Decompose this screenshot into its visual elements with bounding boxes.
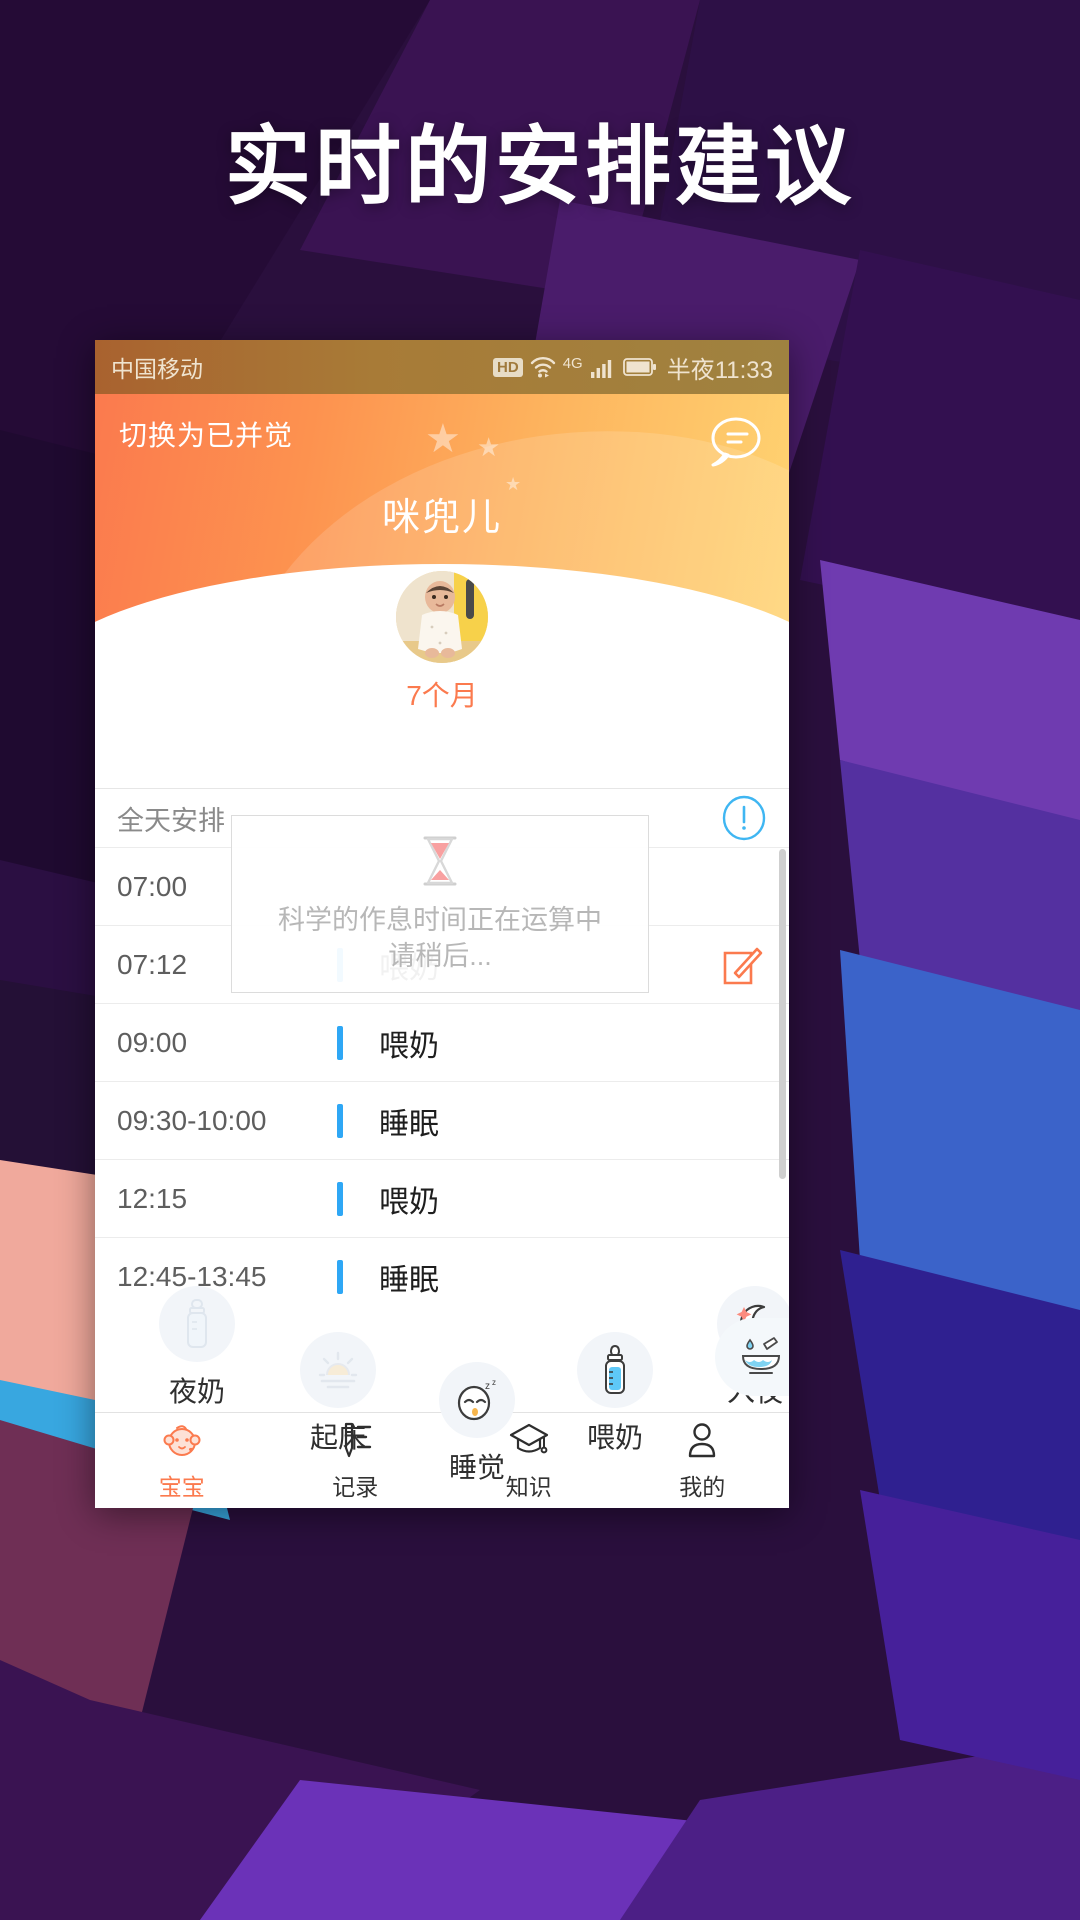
- row-time: 09:00: [117, 1026, 188, 1058]
- status-time: 半夜11:33: [666, 356, 773, 384]
- svg-text:z: z: [492, 1378, 496, 1387]
- baby-face-icon: [95, 1420, 269, 1462]
- quick-action-label: 起床: [309, 1422, 366, 1453]
- food-bowl-icon: [741, 1337, 781, 1374]
- tab-baby[interactable]: 宝宝: [95, 1420, 269, 1502]
- row-label: 喂奶: [379, 1029, 439, 1063]
- loading-overlay: 科学的作息时间正在运算中 请稍后...: [231, 815, 649, 993]
- signal-icon: [590, 360, 611, 378]
- quick-action-night-feed[interactable]: 夜奶: [137, 1286, 257, 1410]
- phone-mockup: 中国移动 HD 4G 半夜11:33 ★ ★ ★ 切换为已并觉 咪兜儿 7个月 …: [95, 340, 789, 1508]
- row-label: 睡眠: [379, 1263, 439, 1297]
- status-bar: 中国移动 HD 4G 半夜11:33: [95, 340, 789, 394]
- tab-label: 记录: [332, 1473, 379, 1500]
- exclamation-circle-icon[interactable]: [721, 795, 767, 841]
- quick-action-label: 喂奶: [586, 1422, 643, 1453]
- table-row[interactable]: 09:00 喂奶: [95, 1003, 789, 1081]
- switch-mode-button[interactable]: 切换为已并觉: [119, 414, 293, 454]
- row-marker: [337, 1025, 343, 1060]
- row-marker: [337, 1103, 343, 1138]
- row-label: 喂奶: [379, 1185, 439, 1219]
- svg-text:z: z: [485, 1381, 490, 1392]
- overlay-line-2: 请稍后...: [388, 941, 492, 971]
- food-bowl-button[interactable]: [715, 1318, 789, 1396]
- overlay-line-1: 科学的作息时间正在运算中: [278, 904, 602, 935]
- row-label: 睡眠: [379, 1107, 439, 1141]
- quick-action-feed[interactable]: 喂奶: [555, 1332, 675, 1456]
- quick-action-label: 夜奶: [168, 1376, 225, 1407]
- scrollbar-thumb[interactable]: [779, 849, 786, 1179]
- row-marker: [337, 1181, 343, 1216]
- night-bottle-icon: [159, 1286, 235, 1362]
- carrier-label: 中国移动: [111, 356, 203, 382]
- table-row[interactable]: 09:30-10:00 睡眠: [95, 1081, 789, 1159]
- milk-bottle-icon: [577, 1332, 653, 1408]
- hd-badge: HD: [493, 357, 523, 377]
- sleeping-face-icon: z z: [439, 1362, 515, 1438]
- battery-icon: [622, 358, 656, 376]
- edit-icon[interactable]: [721, 943, 765, 987]
- tab-label: 我的: [679, 1473, 726, 1500]
- baby-profile[interactable]: 7个月: [393, 568, 491, 714]
- schedule-title: 全天安排: [117, 805, 225, 836]
- avatar[interactable]: [393, 568, 491, 666]
- sunrise-icon: [300, 1332, 376, 1408]
- chat-bubble-icon[interactable]: [703, 414, 765, 472]
- row-marker: [337, 1259, 343, 1294]
- network-type-label: 4G: [562, 354, 583, 372]
- tab-label: 宝宝: [158, 1473, 205, 1500]
- row-time: 09:30-10:00: [117, 1104, 267, 1136]
- baby-name: 咪兜儿: [381, 497, 502, 539]
- quick-action-label: 睡觉: [448, 1452, 505, 1483]
- quick-action-wakeup[interactable]: 起床: [278, 1332, 398, 1456]
- row-time: 12:15: [117, 1182, 188, 1214]
- baby-age: 7个月: [406, 680, 478, 711]
- table-row[interactable]: 12:15 喂奶: [95, 1159, 789, 1237]
- quick-action-sleep[interactable]: z z 睡觉: [417, 1362, 537, 1486]
- wifi-icon: [530, 357, 555, 378]
- page-title: 实时的安排建议: [225, 119, 855, 215]
- hourglass-icon: [423, 836, 457, 886]
